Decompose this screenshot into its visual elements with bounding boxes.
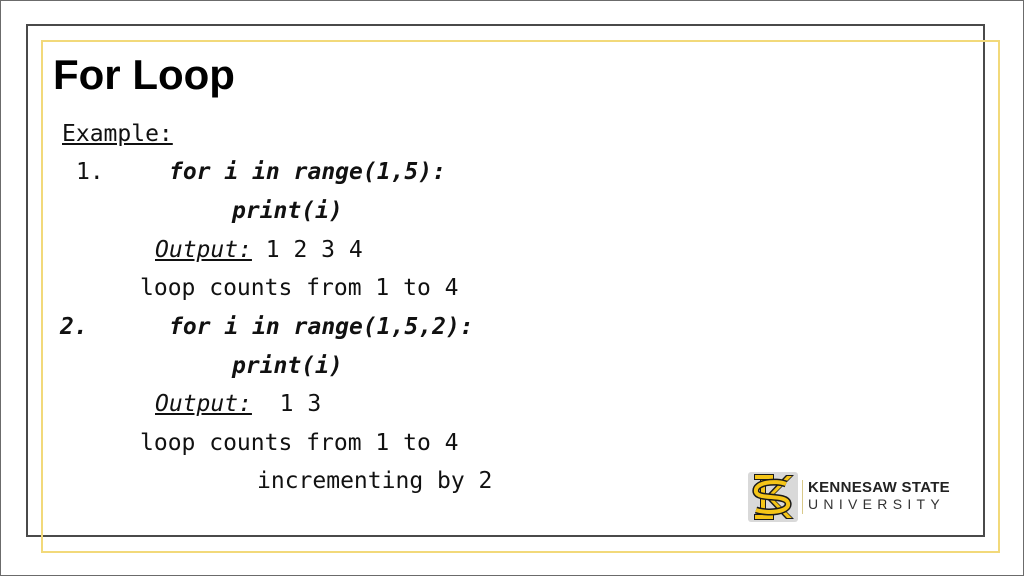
example1-code-line1: for i in range(1,5):	[169, 159, 446, 185]
example2-output-label: Output:	[155, 391, 252, 417]
logo-line1: KENNESAW STATE	[808, 479, 950, 496]
example2-output-value: 1 3	[279, 391, 322, 417]
slide-title: For Loop	[53, 51, 235, 98]
ksu-logo: KENNESAW STATE UNIVERSITY	[746, 470, 961, 524]
example2-explanation-line1: loop counts from 1 to 4	[140, 430, 459, 456]
example2-code-line1: for i in range(1,5,2):	[169, 314, 474, 340]
example2-number: 2.	[60, 314, 88, 340]
example2-output: Output: 1 3	[155, 389, 321, 419]
example1-number: 1.	[76, 159, 104, 185]
example1-output-value: 1 2 3 4	[265, 237, 363, 263]
logo-divider	[802, 480, 803, 514]
example2-code-line2: print(i)	[232, 353, 343, 379]
logo-line2: UNIVERSITY	[808, 496, 946, 512]
example1-output-label: Output:	[155, 237, 252, 263]
logo-wordmark: KENNESAW STATE UNIVERSITY	[808, 479, 950, 513]
example1-explanation: loop counts from 1 to 4	[140, 275, 459, 301]
example2-explanation-line2: incrementing by 2	[257, 468, 493, 494]
example1-output: Output: 1 2 3 4	[155, 235, 363, 265]
ks-monogram-icon	[748, 472, 798, 522]
example1-code-line2: print(i)	[232, 198, 343, 224]
example-label: Example:	[62, 121, 173, 147]
